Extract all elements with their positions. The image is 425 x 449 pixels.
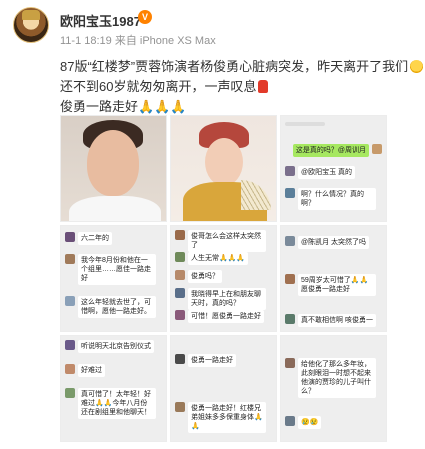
crying-emoji-icon (410, 60, 424, 73)
chat-screenshot-3[interactable]: 这是真的吗？@周训月 @欧阳宝玉 真的 啊？什么情况？真的啊？ (280, 115, 387, 222)
photo-face (87, 130, 139, 196)
chat-message: 俊勇吗？ (175, 270, 222, 283)
chat-message: 啊？什么情况？真的啊？ (285, 188, 376, 210)
chat-message: 59周岁太可惜了🙏🙏愿俊勇一路走好 (285, 274, 376, 296)
photo-face (205, 138, 243, 186)
post-line-1: 87版“红楼梦”贾蓉饰演者杨俊勇心脏病突发，昨天离开了我们 (60, 59, 409, 74)
chat-message: 给他化了那么多年妆，此刻眼泪一时想不起来他演的贾珍的儿子叫什么？ (285, 358, 376, 398)
chat-message: @陈凯月 太突然了吗 (285, 236, 370, 249)
chat-message: 真可惜了！太年轻！好难过🙏🙏今年八月份还在剧组里和他聊天！ (65, 388, 156, 419)
photo-portrait[interactable] (60, 115, 167, 222)
chat-message: 可惜！愿俊勇一路走好 (175, 310, 264, 323)
chat-message: 我今年8月份和他在一个组里……愿佳一路走好 (65, 254, 156, 285)
chat-message: @欧阳宝玉 真的 (285, 166, 356, 179)
chat-message: 这是真的吗？@周训月 (292, 144, 382, 157)
post-meta: 11-1 18:19 来自 iPhone XS Max (60, 35, 216, 47)
vip-badge-icon: V (138, 10, 152, 24)
chat-message: 人生无常🙏🙏🙏 (175, 252, 249, 265)
photo-costume[interactable] (170, 115, 277, 222)
chat-message: 我晓得早上在和朋友聊天时，真的吗？ (175, 288, 266, 310)
chat-screenshot-9[interactable]: 给他化了那么多年妆，此刻眼泪一时想不起来他演的贾珍的儿子叫什么？ 😢😢 (280, 335, 387, 442)
chat-message: 好难过 (65, 364, 105, 377)
avatar[interactable] (13, 7, 49, 43)
chat-screenshot-4[interactable]: 六二年的 我今年8月份和他在一个组里……愿佳一路走好 这么年轻就去世了，可惜啊，… (60, 225, 167, 332)
fan-icon (241, 180, 271, 210)
candle-emoji-icon (258, 80, 269, 93)
post-text: 87版“红楼梦”贾蓉饰演者杨俊勇心脏病突发，昨天离开了我们 还不到60岁就匆匆离… (60, 57, 424, 117)
chat-message: 俊哥怎么会这样太突然了 (175, 230, 266, 252)
photo-shirt (69, 196, 161, 221)
chat-screenshot-7[interactable]: 听说明天北京告别仪式 好难过 真可惜了！太年轻！好难过🙏🙏今年八月份还在剧组里和… (60, 335, 167, 442)
chat-message: 六二年的 (65, 232, 112, 245)
chat-message: 俊勇一路走好！红楼兄弟姐妹多多保重身体🙏🙏 (175, 402, 266, 433)
chat-message: 听说明天北京告别仪式 (65, 340, 154, 353)
chat-header-bar (285, 122, 325, 126)
chat-screenshot-5[interactable]: 俊哥怎么会这样太突然了 人生无常🙏🙏🙏 俊勇吗？ 我晓得早上在和朋友聊天时，真的… (170, 225, 277, 332)
username[interactable]: 欧阳宝玉1987 (60, 11, 141, 30)
chat-message: 这么年轻就去世了，可惜啊，愿他一路走好。 (65, 296, 156, 318)
chat-screenshot-6[interactable]: @陈凯月 太突然了吗 59周岁太可惜了🙏🙏愿俊勇一路走好 真不敢相信啊 咳俊勇一 (280, 225, 387, 332)
chat-screenshot-8[interactable]: 俊勇一路走好 俊勇一路走好！红楼兄弟姐妹多多保重身体🙏🙏 (170, 335, 277, 442)
post-line-2: 还不到60岁就匆匆离开，一声叹息 (60, 79, 257, 94)
chat-message: 真不敢相信啊 咳俊勇一 (285, 314, 376, 327)
post-line-3: 俊勇一路走好🙏🙏🙏 (60, 99, 187, 114)
chat-message: 😢😢 (285, 416, 322, 429)
chat-message: 俊勇一路走好 (175, 354, 236, 367)
